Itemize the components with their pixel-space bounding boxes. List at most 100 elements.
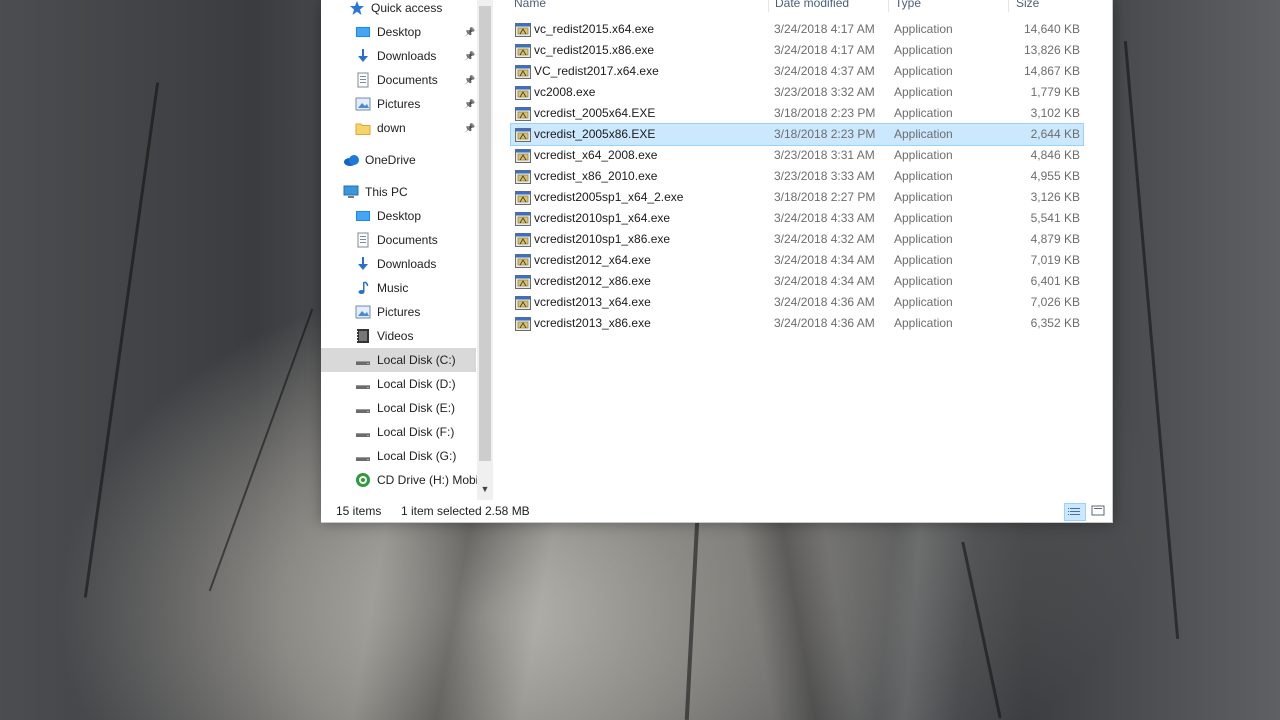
pin-icon[interactable]: 📌 bbox=[464, 68, 475, 92]
column-header-name[interactable]: Name bbox=[514, 0, 546, 10]
file-type: Application bbox=[894, 316, 953, 330]
nav-item-local-disk-c[interactable]: Local Disk (C:) bbox=[321, 348, 476, 372]
file-type: Application bbox=[894, 127, 953, 141]
file-size: 4,879 KB bbox=[1030, 232, 1080, 246]
scroll-down-arrow-icon[interactable]: ▼ bbox=[480, 484, 490, 494]
file-type: Application bbox=[894, 64, 953, 78]
file-row[interactable]: VC_redist2017.x64.exe 3/24/2018 4:37 AM Ap… bbox=[511, 61, 1083, 82]
large-icons-view-icon bbox=[1091, 505, 1105, 516]
file-size: 5,541 KB bbox=[1030, 211, 1080, 225]
file-date-modified: 3/24/2018 4:36 AM bbox=[774, 316, 875, 330]
column-separator[interactable] bbox=[768, 0, 769, 12]
file-row[interactable]: vcredist2012_x64.exe 3/24/2018 4:34 AM App… bbox=[511, 250, 1083, 271]
file-row[interactable]: vc2008.exe 3/23/2018 3:32 AM Application 1,… bbox=[511, 82, 1083, 103]
drive-icon bbox=[355, 400, 371, 416]
pin-icon[interactable]: 📌 bbox=[464, 116, 475, 140]
application-icon bbox=[515, 232, 531, 247]
downloads-folder-icon bbox=[355, 256, 371, 272]
documents-folder-icon bbox=[355, 232, 371, 248]
file-size: 7,019 KB bbox=[1030, 253, 1080, 267]
nav-item-label: Pictures bbox=[377, 305, 421, 319]
file-date-modified: 3/23/2018 3:33 AM bbox=[774, 169, 875, 183]
nav-item-label: Local Disk (F:) bbox=[377, 425, 455, 439]
file-row[interactable]: vcredist2005sp1_x64_2.exe 3/18/2018 2:27 … bbox=[511, 187, 1083, 208]
details-view-icon bbox=[1068, 508, 1080, 515]
application-icon bbox=[515, 295, 531, 310]
file-name: VC_redist2017.x64.exe bbox=[534, 64, 659, 78]
file-type: Application bbox=[894, 253, 953, 267]
file-row[interactable]: vcredist_x86_2010.exe 3/23/2018 3:33 AM Ap… bbox=[511, 166, 1083, 187]
file-row[interactable]: vcredist2013_x64.exe 3/24/2018 4:36 AM App… bbox=[511, 292, 1083, 313]
file-name: vcredist2005sp1_x64_2.exe bbox=[534, 190, 684, 204]
file-date-modified: 3/18/2018 2:23 PM bbox=[774, 106, 876, 120]
column-separator[interactable] bbox=[1008, 0, 1009, 12]
computer-icon bbox=[343, 184, 359, 200]
file-row[interactable]: vcredist2010sp1_x86.exe 3/24/2018 4:32 AM… bbox=[511, 229, 1083, 250]
file-row[interactable]: vc_redist2015.x64.exe 3/24/2018 4:17 AM Ap… bbox=[511, 19, 1083, 40]
file-row[interactable]: vcredist2013_x86.exe 3/24/2018 4:36 AM App… bbox=[511, 313, 1083, 334]
nav-item-label: Music bbox=[377, 281, 409, 295]
file-list: Name Date modified Type Size vc_redist20… bbox=[496, 0, 1112, 500]
file-size: 14,640 KB bbox=[1023, 22, 1080, 36]
large-icons-view-button[interactable] bbox=[1088, 503, 1108, 519]
file-name: vcredist_2005x86.EXE bbox=[534, 127, 656, 141]
selection-count: 1 item selected bbox=[401, 504, 482, 518]
file-size: 6,401 KB bbox=[1030, 274, 1080, 288]
file-date-modified: 3/24/2018 4:33 AM bbox=[774, 211, 875, 225]
nav-item-label: This PC bbox=[365, 185, 408, 199]
file-type: Application bbox=[894, 190, 953, 204]
pin-icon[interactable]: 📌 bbox=[464, 92, 475, 116]
status-bar: 15 items 1 item selected 2.58 MB bbox=[321, 500, 1112, 522]
column-header-date[interactable]: Date modified bbox=[775, 0, 849, 10]
column-separator[interactable] bbox=[888, 0, 889, 12]
file-name: vcredist2013_x64.exe bbox=[534, 295, 651, 309]
file-row[interactable]: vcredist2012_x86.exe 3/24/2018 4:34 AM App… bbox=[511, 271, 1083, 292]
pin-icon[interactable]: 📌 bbox=[464, 20, 475, 44]
navigation-scrollbar[interactable]: ▼ bbox=[477, 0, 493, 500]
nav-item-label: down bbox=[377, 121, 406, 135]
pictures-folder-icon bbox=[355, 304, 371, 320]
nav-item-label: Local Disk (D:) bbox=[377, 377, 456, 391]
file-row[interactable]: vcredist_x64_2008.exe 3/23/2018 3:31 AM Ap… bbox=[511, 145, 1083, 166]
file-name: vcredist_x64_2008.exe bbox=[534, 148, 658, 162]
pin-icon[interactable]: 📌 bbox=[464, 44, 475, 68]
file-type: Application bbox=[894, 232, 953, 246]
file-name: vcredist2013_x86.exe bbox=[534, 316, 651, 330]
file-type: Application bbox=[894, 22, 953, 36]
nav-item-label: Desktop bbox=[377, 209, 422, 223]
file-date-modified: 3/24/2018 4:17 AM bbox=[774, 43, 875, 57]
column-header-size[interactable]: Size bbox=[1016, 0, 1039, 10]
drive-icon bbox=[355, 448, 371, 464]
application-icon bbox=[515, 190, 531, 205]
drive-icon bbox=[355, 376, 371, 392]
pictures-folder-icon bbox=[355, 96, 371, 112]
application-icon bbox=[515, 106, 531, 121]
file-row[interactable]: vcredist_2005x64.EXE 3/18/2018 2:23 PM App… bbox=[511, 103, 1083, 124]
file-row[interactable]: vcredist2010sp1_x64.exe 3/24/2018 4:33 AM… bbox=[511, 208, 1083, 229]
file-size: 3,126 KB bbox=[1030, 190, 1080, 204]
file-date-modified: 3/18/2018 2:27 PM bbox=[774, 190, 876, 204]
downloads-folder-icon bbox=[355, 48, 371, 64]
file-date-modified: 3/23/2018 3:31 AM bbox=[774, 148, 875, 162]
nav-item-label: Desktop bbox=[377, 25, 422, 39]
file-type: Application bbox=[894, 211, 953, 225]
desktop-folder-icon bbox=[355, 208, 371, 224]
file-size: 6,352 KB bbox=[1030, 316, 1080, 330]
music-icon bbox=[355, 280, 371, 296]
column-header-type[interactable]: Type bbox=[895, 0, 921, 10]
file-row[interactable]: vcredist_2005x86.EXE 3/18/2018 2:23 PM App… bbox=[510, 123, 1084, 146]
scrollbar-thumb[interactable] bbox=[479, 6, 491, 461]
file-name: vcredist2010sp1_x86.exe bbox=[534, 232, 671, 246]
application-icon bbox=[515, 253, 531, 268]
nav-item-label: Downloads bbox=[377, 49, 437, 63]
file-row[interactable]: vc_redist2015.x86.exe 3/24/2018 4:17 AM Ap… bbox=[511, 40, 1083, 61]
videos-folder-icon bbox=[355, 328, 371, 344]
file-explorer-window: Quick access Desktop 📌 Downloads 📌 Documents 📌… bbox=[321, 0, 1113, 523]
details-view-button[interactable] bbox=[1064, 503, 1086, 521]
application-icon bbox=[515, 148, 531, 163]
file-date-modified: 3/24/2018 4:17 AM bbox=[774, 22, 875, 36]
file-size: 4,846 KB bbox=[1030, 148, 1080, 162]
file-date-modified: 3/24/2018 4:32 AM bbox=[774, 232, 875, 246]
nav-item-label: Quick access bbox=[371, 1, 443, 15]
star-icon bbox=[349, 0, 365, 16]
